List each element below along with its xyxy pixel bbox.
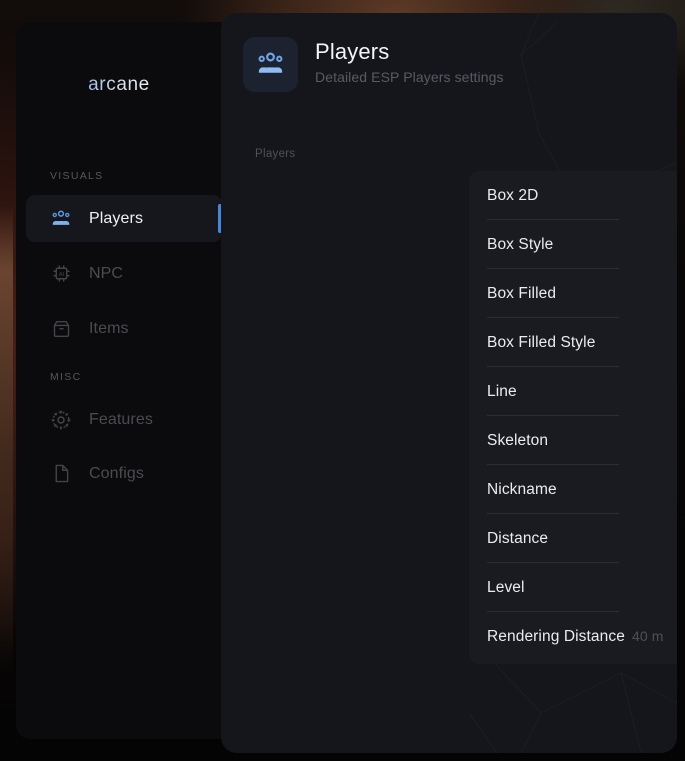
setting-row: Level: [469, 563, 677, 612]
sidebar-section-visuals: VISUALS: [50, 170, 104, 182]
setting-row: Line: [469, 367, 677, 416]
players-group-icon: [243, 37, 298, 92]
ai-chip-icon: AI: [50, 263, 72, 285]
app-logo: arcane: [16, 74, 222, 96]
sidebar-item-label: Configs: [89, 464, 144, 482]
gear-icon: [50, 409, 72, 431]
setting-value: 40 m: [631, 627, 664, 644]
setting-row: Box Style Corner: [469, 220, 677, 269]
setting-row: Rendering Distance 40 m: [469, 612, 677, 661]
sidebar-item-configs[interactable]: Configs: [26, 450, 222, 497]
setting-label: Box Filled: [487, 284, 557, 302]
players-group-icon: [50, 208, 72, 230]
sidebar-item-features[interactable]: Features: [26, 396, 222, 443]
setting-row: Box Filled Style Gradient: [469, 318, 677, 367]
page-title: Players: [315, 39, 390, 64]
sidebar-section-misc: MISC: [50, 371, 82, 383]
box-package-icon: [50, 318, 72, 340]
setting-label: Distance: [487, 529, 549, 547]
sidebar-item-label: Features: [89, 410, 153, 428]
setting-row: Skeleton: [469, 416, 677, 465]
setting-label: Nickname: [487, 480, 557, 498]
setting-row: Nickname: [469, 465, 677, 514]
sidebar-item-players[interactable]: Players: [26, 195, 222, 242]
setting-row: Box Filled: [469, 269, 677, 318]
sidebar: arcane VISUALS MISC Players AI NPC Items…: [16, 22, 222, 739]
content-panel: Players Detailed ESP Players settings Pl…: [221, 13, 677, 753]
setting-label: Box 2D: [487, 186, 539, 204]
setting-label: Box Filled Style: [487, 333, 596, 351]
sidebar-item-items[interactable]: Items: [26, 305, 222, 352]
settings-card: Box 2D Box Style Corner Box Filled Box F…: [469, 171, 677, 664]
setting-label: Level: [487, 578, 525, 596]
setting-label: Box Style: [487, 235, 554, 253]
sidebar-item-label: NPC: [89, 264, 124, 282]
setting-label: Skeleton: [487, 431, 549, 449]
file-document-icon: [50, 463, 72, 485]
setting-row: Distance: [469, 514, 677, 563]
settings-group-label: Players: [255, 148, 296, 160]
svg-text:AI: AI: [58, 272, 64, 278]
sidebar-item-label: Players: [89, 209, 144, 227]
setting-label: Line: [487, 382, 517, 400]
setting-label: Rendering Distance 40 m: [487, 628, 663, 646]
page-subtitle: Detailed ESP Players settings: [315, 69, 504, 85]
sidebar-item-npc[interactable]: AI NPC: [26, 250, 222, 297]
setting-label-text: Rendering Distance: [487, 627, 625, 645]
panel-header: Players Detailed ESP Players settings: [243, 37, 504, 92]
sidebar-item-label: Items: [89, 319, 129, 337]
setting-row: Box 2D: [469, 171, 677, 220]
